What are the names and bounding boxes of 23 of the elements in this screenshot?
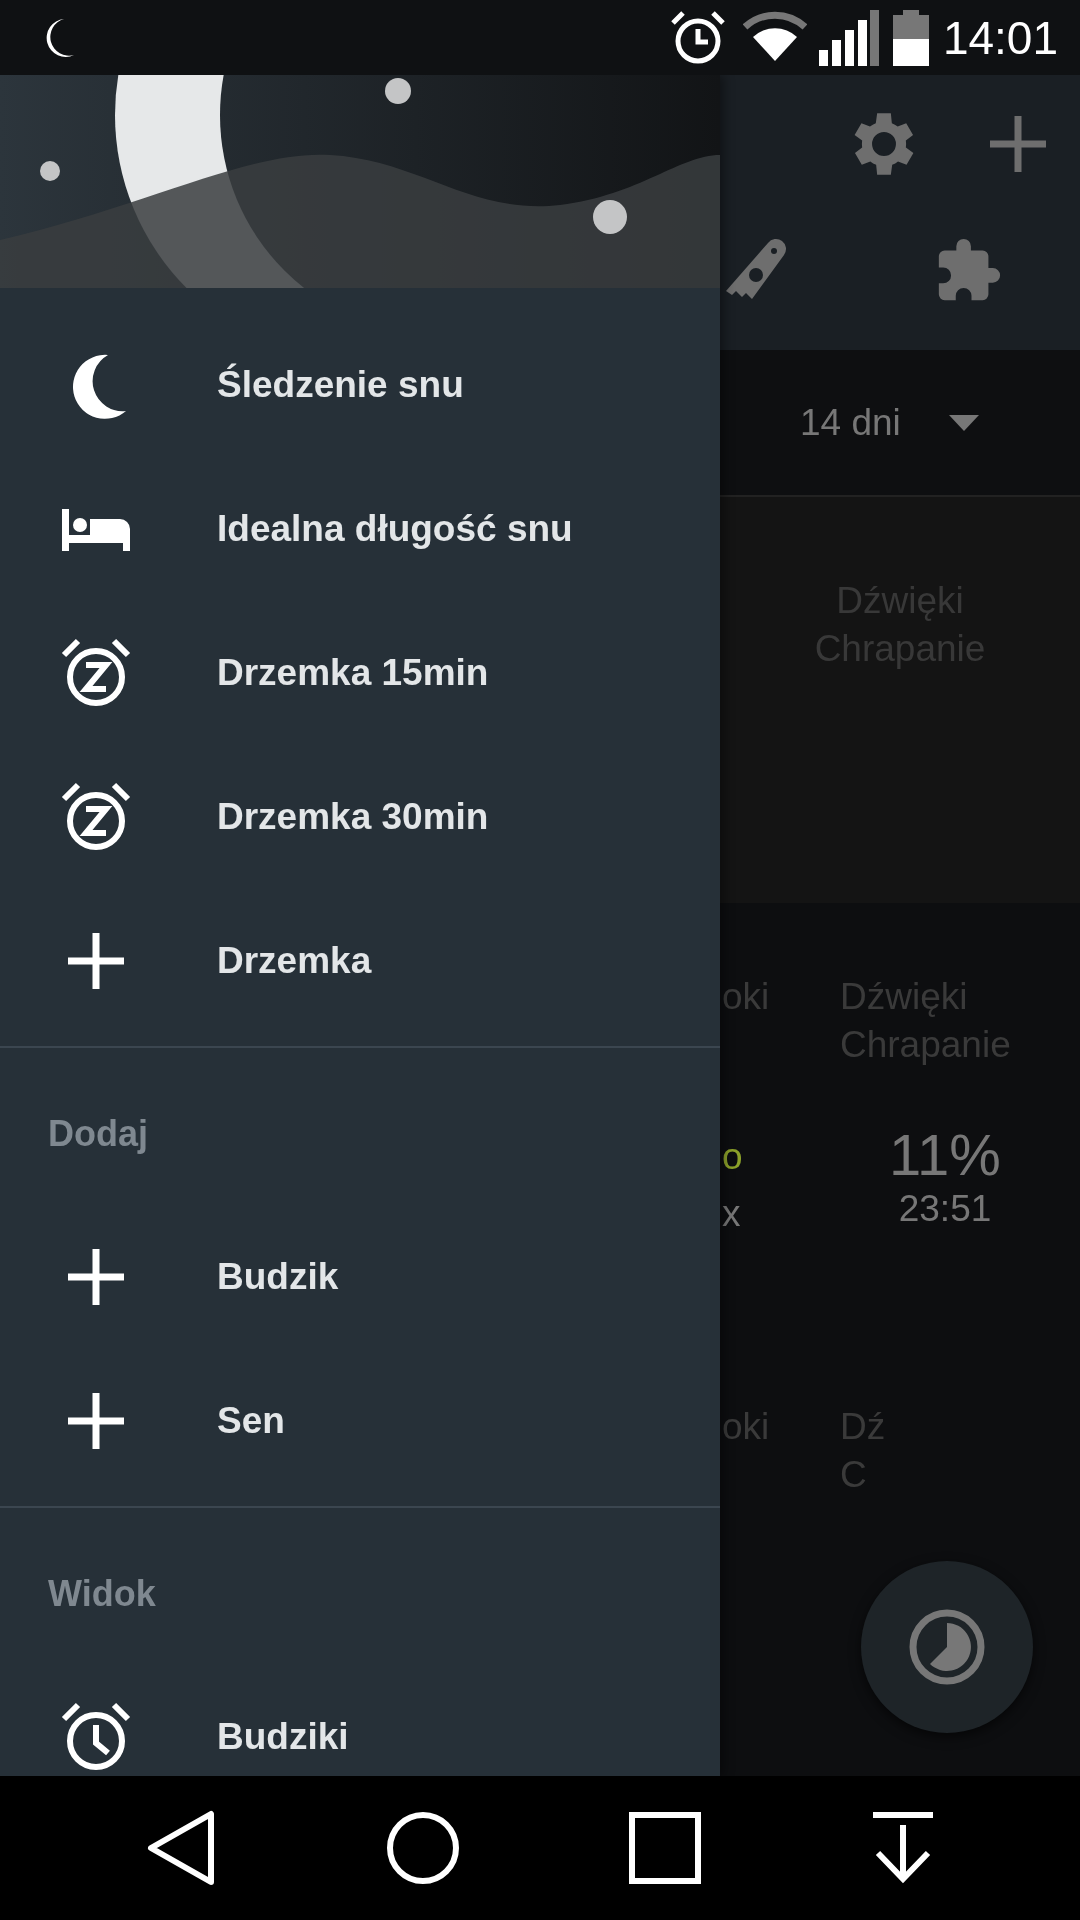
section-title: Widok bbox=[48, 1572, 156, 1615]
recents-button[interactable] bbox=[628, 1812, 701, 1884]
menu-item[interactable]: Sen bbox=[0, 1349, 720, 1493]
range-dropdown[interactable]: 14 dni bbox=[800, 401, 979, 444]
menu-item[interactable]: Drzemka bbox=[0, 889, 720, 1033]
caret-icon bbox=[948, 414, 979, 431]
menu-item[interactable]: Śledzenie snu bbox=[0, 313, 720, 457]
plus-icon bbox=[988, 113, 1048, 174]
value-text: x bbox=[722, 1193, 741, 1235]
percent-value: 11% bbox=[889, 1121, 1001, 1188]
time-value: 23:51 bbox=[898, 1188, 992, 1230]
menu-item[interactable]: Budziki bbox=[0, 1665, 720, 1776]
menu-item[interactable]: Drzemka 15min bbox=[0, 601, 720, 745]
home-button[interactable] bbox=[385, 1811, 460, 1885]
clock-time: 14:01 bbox=[942, 10, 1058, 65]
menu-item[interactable]: Budzik bbox=[0, 1205, 720, 1349]
value-text: o bbox=[722, 1136, 743, 1178]
timer-icon bbox=[907, 1607, 987, 1687]
menu-item[interactable]: Idealna długość snu bbox=[0, 457, 720, 601]
signal-icon bbox=[818, 9, 879, 66]
battery-icon bbox=[892, 9, 929, 66]
menu-item[interactable]: Drzemka 30min bbox=[0, 745, 720, 889]
section-title: Dodaj bbox=[48, 1112, 148, 1155]
